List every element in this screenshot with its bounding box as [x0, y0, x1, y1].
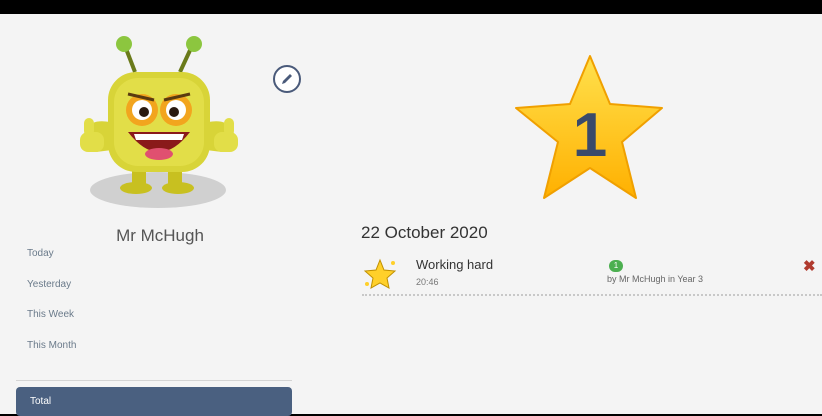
sidebar-divider	[16, 380, 292, 381]
profile-name: Mr McHugh	[116, 226, 204, 245]
entry-title: Working hard	[416, 257, 494, 272]
entry-attribution: by Mr McHugh in Year 3	[607, 274, 704, 284]
monster-avatar-image	[80, 36, 238, 208]
avatar	[70, 32, 245, 214]
delete-entry-button[interactable]: ✖	[803, 259, 816, 274]
sidebar-item-today[interactable]: Today	[27, 248, 54, 259]
main-panel: Mr McHugh Today Yesterday This Week This…	[0, 14, 822, 416]
feed-date: 22 October 2020	[361, 223, 488, 242]
close-icon: ✖	[803, 258, 816, 275]
pencil-icon	[282, 74, 292, 84]
points-badge: 1	[609, 260, 623, 272]
star-count: 1	[573, 101, 607, 170]
entry-divider	[362, 294, 822, 296]
edit-profile-button[interactable]	[273, 65, 301, 93]
entry-time: 20:46	[416, 277, 439, 287]
sidebar-item-yesterday[interactable]: Yesterday	[27, 279, 71, 290]
sidebar-item-this-month[interactable]: This Month	[27, 340, 76, 351]
star-total-icon: 1	[515, 55, 663, 199]
sidebar-item-this-week[interactable]: This Week	[27, 309, 74, 320]
sidebar-item-total[interactable]: Total	[16, 387, 292, 416]
star-award-icon	[363, 258, 397, 289]
